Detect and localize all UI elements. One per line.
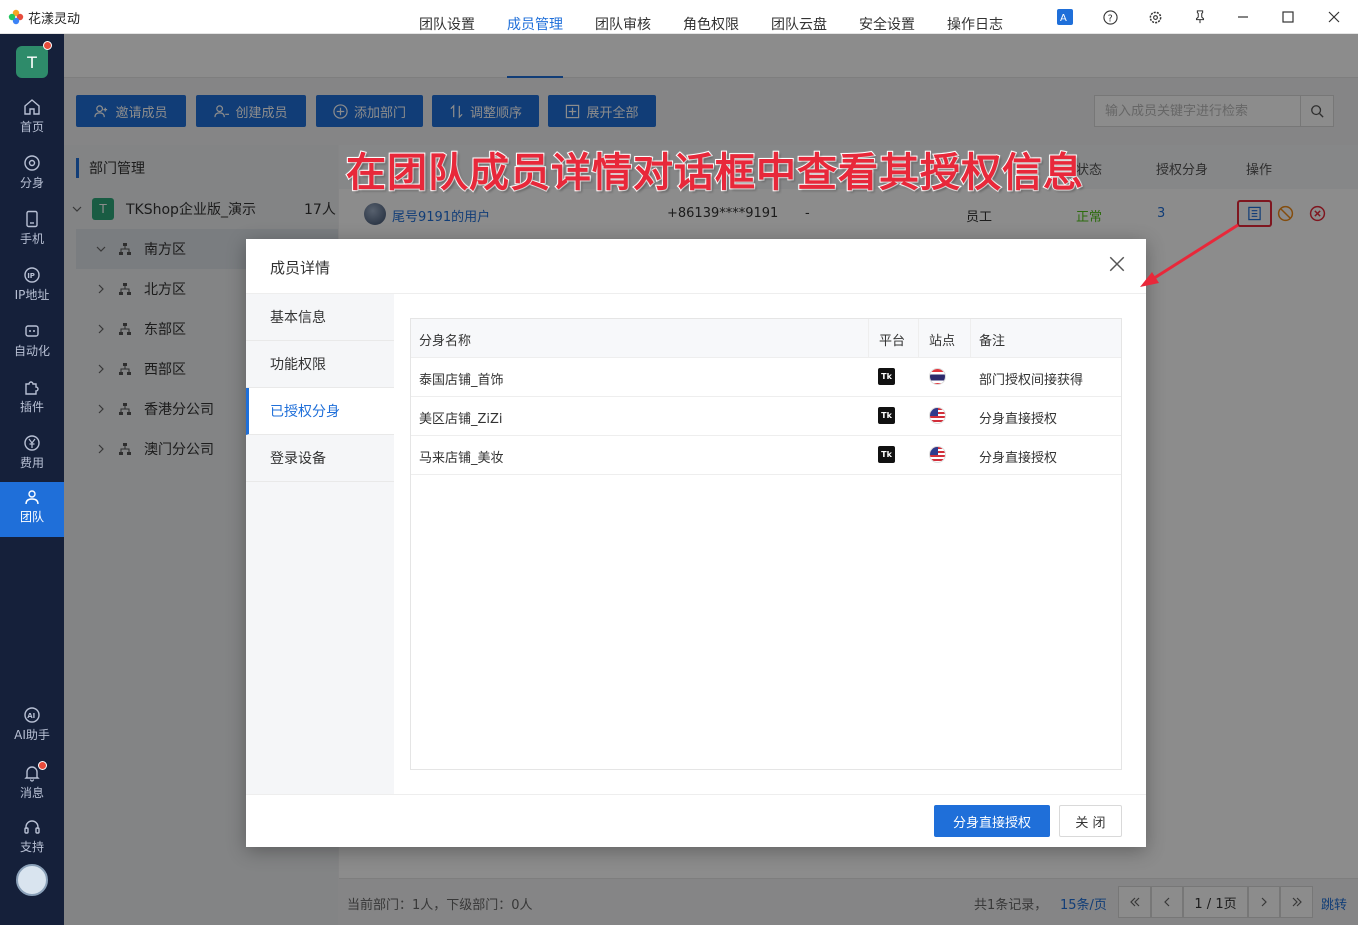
dialog-close-footer-button[interactable]: 关 闭 [1059, 805, 1122, 837]
ip-icon: IP [24, 267, 40, 283]
translate-icon[interactable]: A [1052, 5, 1078, 29]
user-avatar[interactable] [16, 864, 48, 896]
settings-gear-icon[interactable] [1142, 5, 1168, 29]
nav-ai-assistant[interactable]: AI AI助手 [0, 700, 64, 754]
ai-icon: AI [24, 707, 40, 723]
minimize-icon[interactable] [1230, 5, 1256, 29]
svg-text:A: A [1060, 13, 1067, 24]
help-icon[interactable]: ? [1097, 5, 1123, 29]
direct-authorize-button[interactable]: 分身直接授权 [934, 805, 1050, 837]
nav-ip[interactable]: IP IP地址 [0, 260, 64, 314]
tab-role-permissions[interactable]: 角色权限 [683, 14, 739, 34]
profile-note: 部门授权间接获得 [979, 373, 1084, 388]
table-row[interactable]: 美区店铺_ZiZi Tk 分身直接授权 [411, 397, 1121, 436]
tab-operation-log[interactable]: 操作日志 [947, 14, 1003, 34]
nav-support-label: 支持 [19, 840, 44, 854]
dialog-tab-authorized-profiles[interactable]: 已授权分身 [246, 388, 394, 435]
yen-icon [24, 435, 40, 451]
robot-icon [25, 325, 39, 337]
profile-name: 泰国店铺_首饰 [419, 373, 504, 388]
profiles-table-header: 分身名称 平台 站点 备注 [411, 319, 1121, 358]
nav-profiles[interactable]: 分身 [0, 148, 64, 202]
dialog-title: 成员详情 [270, 259, 331, 277]
table-row[interactable]: 马来店铺_美妆 Tk 分身直接授权 [411, 436, 1121, 475]
close-window-icon[interactable] [1321, 5, 1347, 29]
close-icon [1109, 256, 1125, 272]
svg-text:AI: AI [27, 712, 35, 720]
tiktok-icon: Tk [878, 407, 895, 424]
app-window: 花漾灵动 A ? T 首页 分身 手机 IP IP地址 自动化 插件 费用 团队… [0, 0, 1358, 925]
tab-member-management[interactable]: 成员管理 [507, 14, 563, 34]
column-profile-name: 分身名称 [419, 334, 472, 349]
nav-messages[interactable]: 消息 [0, 758, 64, 812]
app-title: 花漾灵动 [28, 12, 81, 27]
tiktok-icon: Tk [878, 446, 895, 463]
pin-icon[interactable] [1187, 5, 1213, 29]
app-logo-icon [8, 9, 24, 25]
nav-ai-label: AI助手 [14, 728, 50, 742]
header-divider [918, 319, 919, 358]
tab-team-review[interactable]: 团队审核 [595, 14, 651, 34]
nav-phone-label: 手机 [19, 232, 44, 246]
nav-support[interactable]: 支持 [0, 812, 64, 866]
dialog-tab-login-devices[interactable]: 登录设备 [246, 435, 394, 482]
header-divider [970, 319, 971, 358]
nav-billing-label: 费用 [19, 456, 44, 470]
maximize-icon[interactable] [1275, 5, 1301, 29]
dialog-tab-basic-info[interactable]: 基本信息 [246, 294, 394, 341]
dialog-close-button[interactable] [1108, 255, 1128, 275]
puzzle-icon [25, 381, 39, 395]
nav-automation-label: 自动化 [13, 344, 50, 358]
nav-profiles-label: 分身 [19, 176, 44, 190]
us-flag-icon [929, 407, 946, 424]
profile-name: 马来店铺_美妆 [419, 451, 504, 466]
tab-team-settings[interactable]: 团队设置 [419, 14, 475, 34]
column-site: 站点 [929, 334, 956, 349]
profile-name: 美区店铺_ZiZi [419, 412, 503, 427]
thailand-flag-icon [929, 368, 946, 385]
table-row[interactable]: 泰国店铺_首饰 Tk 部门授权间接获得 [411, 358, 1121, 397]
tab-security-settings[interactable]: 安全设置 [859, 14, 915, 34]
nav-plugins[interactable]: 插件 [0, 372, 64, 426]
nav-automation[interactable]: 自动化 [0, 316, 64, 370]
column-note: 备注 [979, 334, 1006, 349]
dialog-tab-permissions[interactable]: 功能权限 [246, 341, 394, 388]
messages-notification-dot [38, 761, 47, 770]
title-bar: 花漾灵动 A ? [0, 0, 1358, 34]
nav-ip-label: IP地址 [14, 288, 50, 302]
chrome-icon [24, 155, 40, 171]
headset-icon [24, 820, 40, 834]
nav-messages-label: 消息 [19, 786, 44, 800]
nav-billing[interactable]: 费用 [0, 428, 64, 482]
home-icon [24, 99, 40, 115]
team-avatar[interactable]: T [16, 46, 48, 78]
svg-text:IP: IP [27, 272, 35, 280]
nav-home[interactable]: 首页 [0, 92, 64, 146]
nav-plugins-label: 插件 [19, 400, 44, 414]
profile-note: 分身直接授权 [979, 412, 1058, 427]
header-divider [868, 319, 869, 358]
tiktok-icon: Tk [878, 368, 895, 385]
nav-phone[interactable]: 手机 [0, 204, 64, 258]
phone-icon [26, 210, 38, 228]
profile-note: 分身直接授权 [979, 451, 1058, 466]
tab-team-cloud[interactable]: 团队云盘 [771, 14, 827, 34]
tutorial-annotation: 在团队成员详情对话框中查看其授权信息 [345, 149, 1084, 197]
nav-team[interactable]: 团队 [0, 482, 64, 537]
annotation-arrow-icon [1140, 223, 1239, 287]
column-platform: 平台 [879, 334, 906, 349]
us-flag-icon [929, 446, 946, 463]
nav-team-label: 团队 [19, 510, 44, 524]
team-icon [25, 490, 39, 505]
svg-text:?: ? [1107, 13, 1112, 24]
nav-home-label: 首页 [19, 120, 44, 134]
avatar-notification-dot [43, 41, 52, 50]
